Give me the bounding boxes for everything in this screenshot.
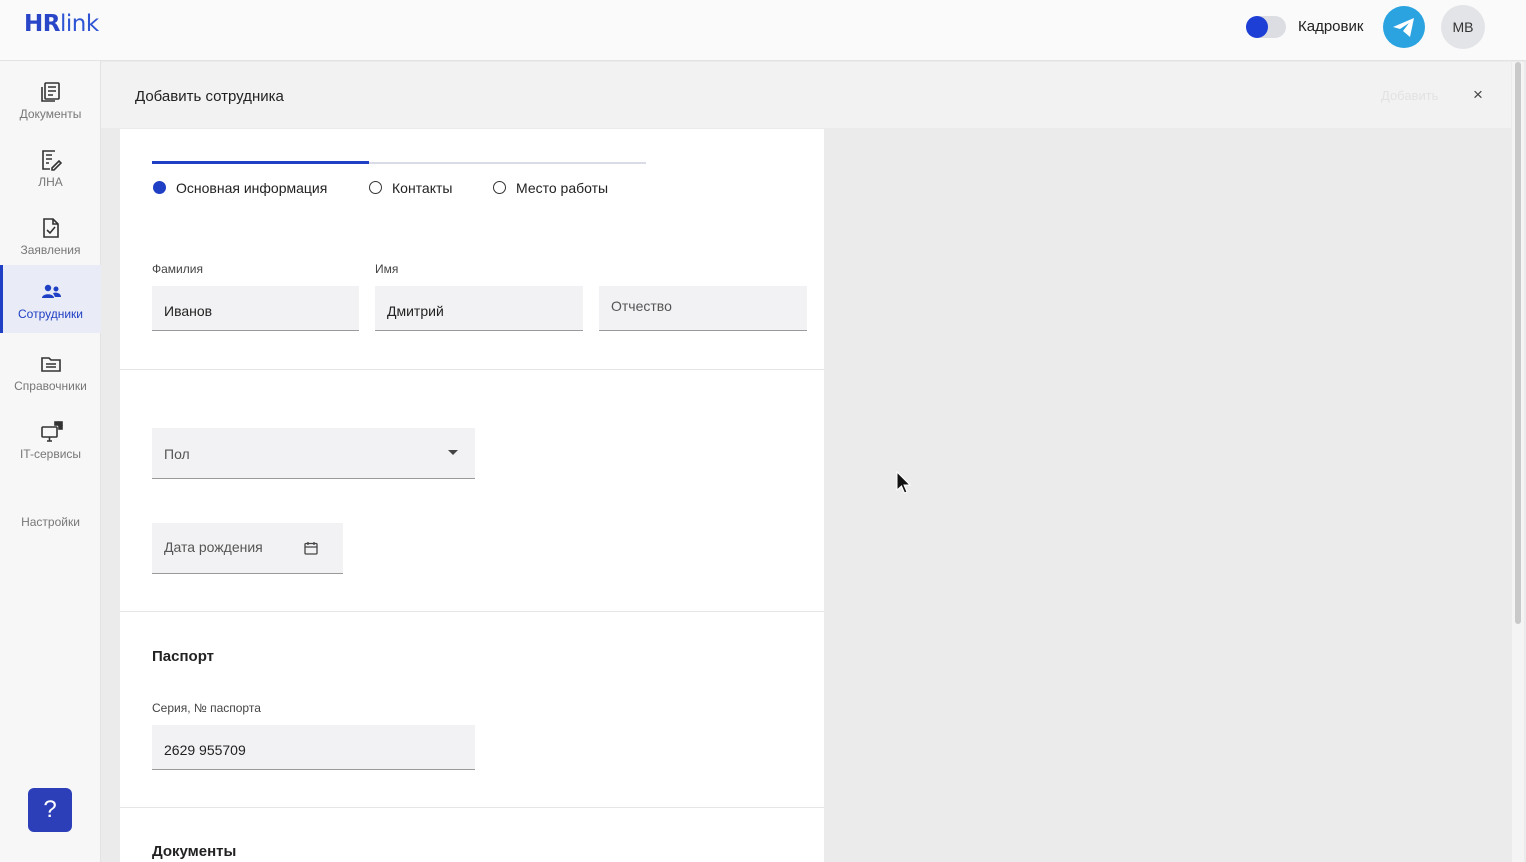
hrlink-logo[interactable]: HRlink — [24, 11, 99, 37]
role-toggle[interactable] — [1246, 16, 1286, 38]
sidebar-item-employees[interactable]: Сотрудники — [0, 265, 101, 333]
help-button[interactable]: ? — [28, 788, 72, 832]
sidebar-item-label: Заявления — [20, 243, 81, 257]
scrollbar-thumb[interactable] — [1515, 62, 1521, 624]
faded-add-button[interactable]: Добавить — [1381, 88, 1438, 103]
sidebar-item-documents[interactable]: Документы — [0, 65, 101, 133]
user-avatar[interactable]: МВ — [1441, 5, 1485, 49]
section-divider — [120, 611, 824, 612]
middle-name-field[interactable]: Отчество — [599, 286, 807, 331]
sidebar-item-lna[interactable]: ЛНА — [0, 133, 101, 201]
gender-select[interactable]: Пол — [152, 428, 475, 479]
sidebar-item-label: Настройки — [21, 515, 80, 529]
section-divider — [120, 807, 824, 808]
passport-number-value: 2629 955709 — [164, 742, 246, 758]
step-radio — [493, 181, 506, 194]
last-name-field[interactable]: Иванов — [152, 286, 359, 331]
employees-icon — [42, 284, 61, 298]
sidebar-item-label: ЛНА — [38, 175, 63, 189]
sidebar-item-label: Сотрудники — [18, 307, 83, 321]
sidebar: Документы ЛНА Заявления Сотрудники Справ… — [0, 61, 101, 862]
telegram-icon — [1393, 18, 1414, 37]
mouse-cursor-icon — [896, 471, 912, 494]
sidebar-item-settings[interactable]: Настройки — [0, 473, 101, 541]
it-services-icon — [41, 421, 63, 442]
sidebar-item-label: Документы — [19, 107, 82, 121]
directories-icon — [41, 357, 61, 372]
applications-icon — [43, 218, 59, 238]
toggle-knob — [1246, 16, 1268, 38]
documents-icon — [41, 82, 60, 102]
page-scrollbar[interactable] — [1512, 62, 1524, 862]
panel-header: Добавить сотрудника Добавить × — [101, 62, 1511, 128]
calendar-icon[interactable] — [304, 541, 318, 555]
middle-name-placeholder: Отчество — [611, 298, 672, 314]
add-employee-form: Основная информация Контакты Место работ… — [120, 129, 824, 862]
documents-section-title: Документы — [152, 843, 237, 860]
sidebar-item-applications[interactable]: Заявления — [0, 201, 101, 269]
passport-number-field[interactable]: 2629 955709 — [152, 725, 475, 770]
passport-number-label: Серия, № паспорта — [152, 701, 261, 715]
telegram-button[interactable] — [1383, 6, 1425, 48]
first-name-label: Имя — [375, 262, 399, 276]
step-progress-fill — [152, 161, 370, 164]
step-progress-bar — [152, 161, 646, 164]
birth-date-placeholder: Дата рождения — [164, 539, 263, 555]
sidebar-item-label: Справочники — [14, 379, 87, 393]
step-label: Место работы — [516, 180, 609, 196]
sidebar-item-directories[interactable]: Справочники — [0, 337, 101, 405]
logo-hr-text: HR — [24, 11, 60, 37]
page-title: Добавить сотрудника — [135, 88, 284, 105]
gender-placeholder: Пол — [164, 446, 190, 462]
step-radio — [369, 181, 382, 194]
birth-date-field[interactable]: Дата рождения — [152, 523, 343, 574]
first-name-value: Дмитрий — [387, 303, 444, 319]
lna-icon — [42, 150, 62, 171]
section-divider — [120, 369, 824, 370]
top-bar: HRlink Кадровик МВ — [0, 0, 1526, 61]
sidebar-item-label: IT-сервисы — [19, 447, 82, 461]
sidebar-item-it-services[interactable]: IT-сервисы — [0, 405, 101, 473]
step-label: Основная информация — [176, 180, 328, 196]
last-name-value: Иванов — [164, 303, 213, 319]
logo-link-text: link — [59, 11, 99, 37]
chevron-down-icon — [448, 450, 458, 455]
first-name-field[interactable]: Дмитрий — [375, 286, 583, 331]
step-radio-active — [153, 181, 166, 194]
passport-section-title: Паспорт — [152, 648, 214, 665]
step-label: Контакты — [392, 180, 453, 196]
close-icon[interactable]: × — [1473, 86, 1483, 104]
role-label: Кадровик — [1298, 18, 1364, 35]
last-name-label: Фамилия — [152, 262, 203, 276]
